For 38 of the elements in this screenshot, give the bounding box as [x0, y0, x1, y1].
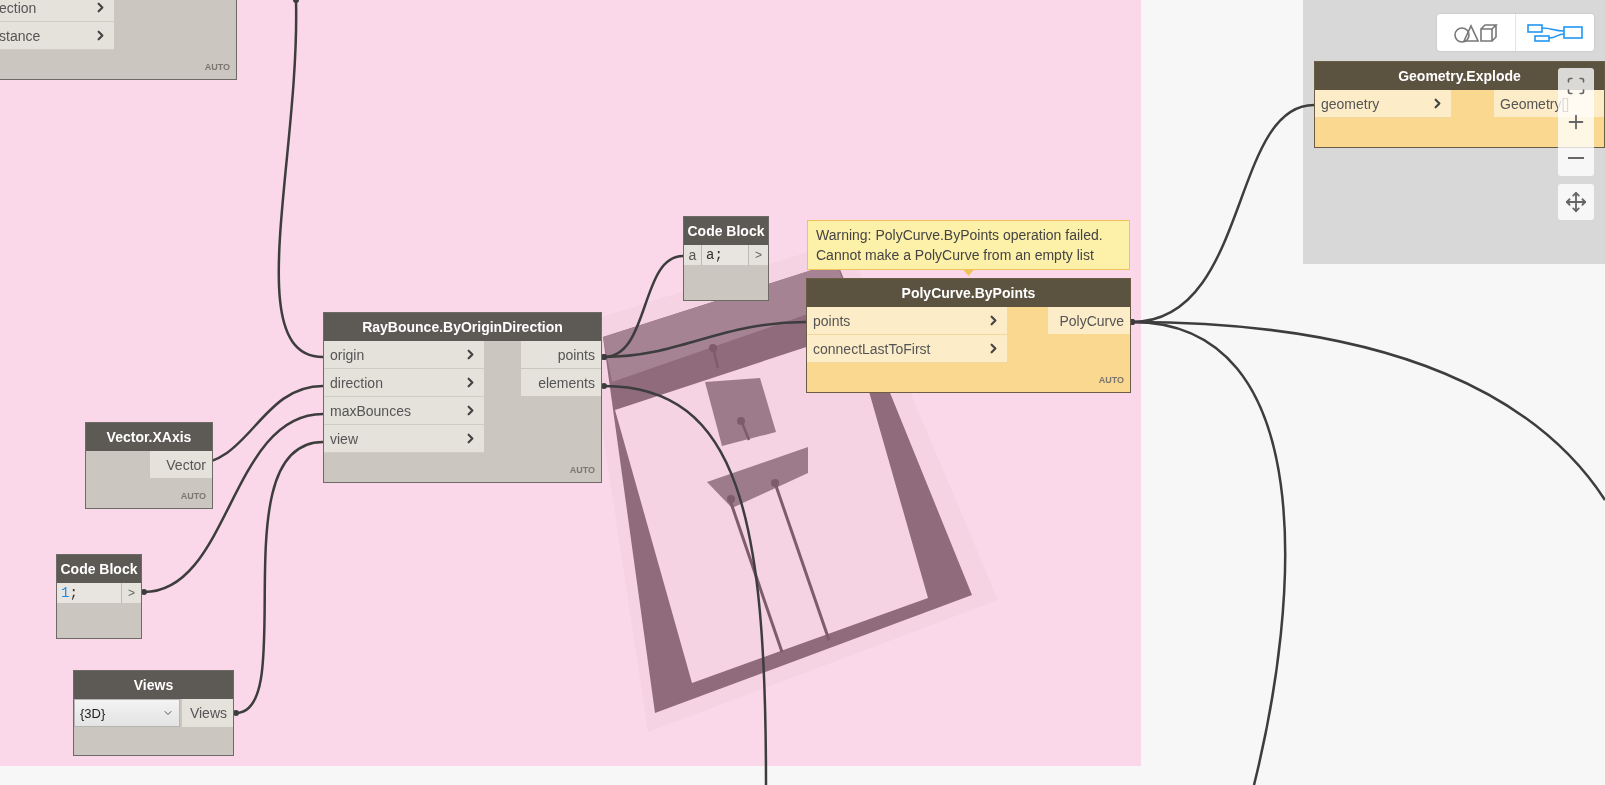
output-port[interactable]: Views [182, 699, 233, 727]
warning-message: Warning: PolyCurve.ByPoints operation failed. Cannot make a PolyCurve from an empty list [807, 220, 1130, 270]
output-port[interactable]: PolyCurve [1048, 307, 1130, 334]
input-port[interactable]: ection [0, 0, 114, 21]
input-port[interactable]: stance [0, 22, 114, 49]
output-port[interactable]: > [748, 245, 768, 265]
input-port[interactable]: direction [324, 369, 484, 396]
lacing-label: AUTO [569, 465, 595, 476]
code-text[interactable]: 1; [57, 583, 121, 603]
lacing-label: AUTO [180, 491, 206, 502]
node-title: Code Block [684, 217, 768, 245]
lacing-label: AUTO [204, 62, 230, 73]
node-title: Code Block [57, 555, 141, 583]
input-port[interactable]: a [684, 245, 702, 265]
output-port[interactable]: elements [521, 369, 601, 396]
node-card[interactable]: RayBounce.ByOriginDirection origin direction maxBounces view points elements AUTO [323, 312, 602, 483]
code-text[interactable]: a; [702, 245, 748, 265]
node-title: Views [74, 671, 233, 699]
input-port[interactable]: connectLastToFirst [807, 335, 1007, 362]
input-port[interactable]: view [324, 425, 484, 452]
input-port[interactable]: geometry [1315, 90, 1451, 117]
input-port[interactable]: origin [324, 341, 484, 368]
node-title: RayBounce.ByOriginDirection [324, 313, 601, 341]
view-dropdown[interactable]: {3D} [74, 699, 180, 727]
node-card[interactable]: Vector.XAxis Vector AUTO [85, 422, 213, 509]
output-port[interactable]: > [121, 583, 141, 603]
node-card[interactable]: ection stance AUTO [0, 0, 237, 80]
node-card[interactable]: Views {3D} Views [73, 670, 234, 756]
node-card[interactable]: Code Block a a; > [683, 216, 769, 301]
node-title: Vector.XAxis [86, 423, 212, 451]
lacing-label: AUTO [1098, 375, 1124, 386]
node-title: PolyCurve.ByPoints [807, 279, 1130, 307]
node-title: Geometry.Explode [1315, 62, 1604, 90]
output-port[interactable]: Vector [150, 451, 212, 478]
output-port[interactable]: points [521, 341, 601, 368]
node-card[interactable]: Code Block 1; > [56, 554, 142, 639]
input-port[interactable]: points [807, 307, 1007, 334]
input-port[interactable]: maxBounces [324, 397, 484, 424]
